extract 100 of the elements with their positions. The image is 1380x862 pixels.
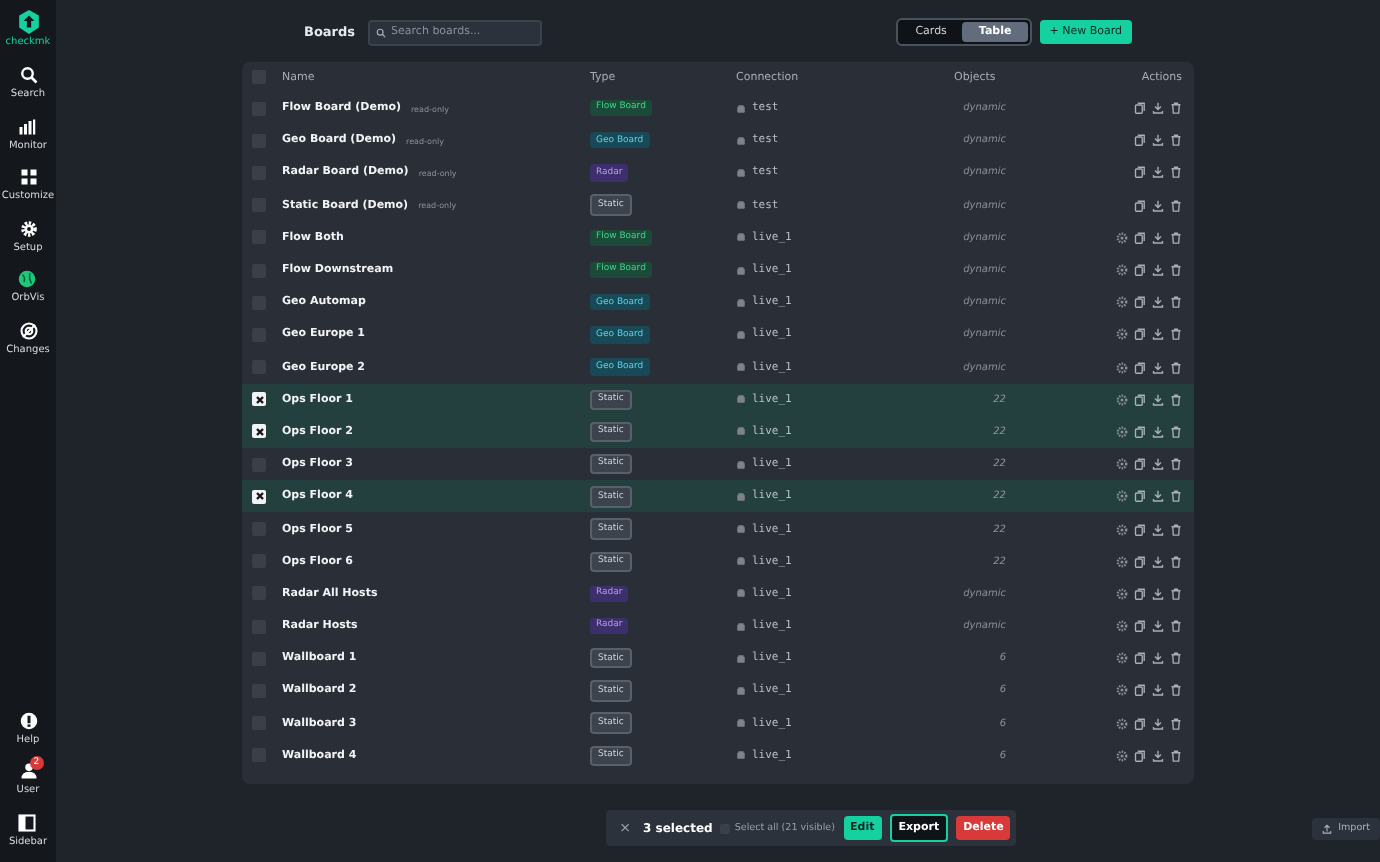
grid-icon	[19, 168, 37, 187]
logo-icon	[17, 10, 39, 34]
search-icon	[375, 27, 386, 37]
download-icon[interactable]	[1152, 717, 1164, 730]
trash-icon[interactable]	[1170, 361, 1182, 374]
download-icon[interactable]	[1152, 296, 1164, 309]
download-icon[interactable]	[1152, 102, 1164, 115]
copy-icon[interactable]	[1134, 199, 1146, 212]
copy-icon[interactable]	[1134, 458, 1146, 471]
copy-icon[interactable]	[1134, 684, 1146, 697]
trash-icon[interactable]	[1170, 684, 1182, 697]
trash-icon[interactable]	[1170, 555, 1182, 568]
download-icon[interactable]	[1152, 425, 1164, 438]
download-icon[interactable]	[1152, 199, 1164, 212]
download-icon[interactable]	[1152, 264, 1164, 277]
copy-icon[interactable]	[1134, 166, 1146, 179]
trash-icon[interactable]	[1170, 620, 1182, 633]
download-icon[interactable]	[1152, 620, 1164, 633]
settings-icon[interactable]	[1116, 587, 1128, 600]
trash-icon[interactable]	[1170, 652, 1182, 665]
download-icon[interactable]	[1152, 555, 1164, 568]
checkbox[interactable]	[252, 489, 266, 504]
copy-icon[interactable]	[1134, 425, 1146, 438]
trash-icon[interactable]	[1170, 587, 1182, 600]
settings-icon[interactable]	[1116, 425, 1128, 438]
trash-icon[interactable]	[1170, 328, 1182, 341]
trash-icon[interactable]	[1170, 102, 1182, 115]
trash-icon[interactable]	[1170, 166, 1182, 179]
database-icon	[736, 426, 746, 437]
settings-icon[interactable]	[1116, 296, 1128, 309]
download-icon[interactable]	[1152, 328, 1164, 341]
copy-icon[interactable]	[1134, 652, 1146, 665]
copy-icon[interactable]	[1134, 587, 1146, 600]
copy-icon[interactable]	[1134, 231, 1146, 244]
download-icon[interactable]	[1152, 166, 1164, 179]
settings-icon[interactable]	[1116, 328, 1128, 341]
download-icon[interactable]	[1152, 393, 1164, 406]
database-icon	[736, 459, 746, 470]
trash-icon[interactable]	[1170, 523, 1182, 536]
settings-icon[interactable]	[1116, 458, 1128, 471]
settings-icon[interactable]	[1116, 231, 1128, 244]
trash-icon[interactable]	[1170, 458, 1182, 471]
search-icon	[19, 66, 37, 85]
copy-icon[interactable]	[1134, 490, 1146, 503]
copy-icon[interactable]	[1134, 264, 1146, 277]
copy-icon[interactable]	[1134, 523, 1146, 536]
trash-icon[interactable]	[1170, 199, 1182, 212]
trash-icon[interactable]	[1170, 231, 1182, 244]
copy-icon[interactable]	[1134, 361, 1146, 374]
download-icon[interactable]	[1152, 231, 1164, 244]
settings-icon[interactable]	[1116, 264, 1128, 277]
copy-icon[interactable]	[1134, 717, 1146, 730]
bar-chart-icon	[18, 117, 37, 136]
globe-icon	[18, 270, 37, 289]
copy-icon[interactable]	[1134, 749, 1146, 762]
settings-icon[interactable]	[1116, 684, 1128, 697]
trash-icon[interactable]	[1170, 490, 1182, 503]
database-icon	[736, 653, 746, 664]
database-icon	[736, 588, 746, 599]
settings-icon[interactable]	[1116, 361, 1128, 374]
settings-icon[interactable]	[1116, 490, 1128, 503]
database-icon	[736, 297, 746, 308]
copy-icon[interactable]	[1134, 102, 1146, 115]
copy-icon[interactable]	[1134, 296, 1146, 309]
download-icon[interactable]	[1152, 523, 1164, 536]
settings-icon[interactable]	[1116, 523, 1128, 536]
database-icon	[736, 685, 746, 696]
download-icon[interactable]	[1152, 587, 1164, 600]
trash-icon[interactable]	[1170, 134, 1182, 147]
download-icon[interactable]	[1152, 458, 1164, 471]
settings-icon[interactable]	[1116, 717, 1128, 730]
copy-icon[interactable]	[1134, 328, 1146, 341]
copy-icon[interactable]	[1134, 555, 1146, 568]
settings-icon[interactable]	[1116, 749, 1128, 762]
download-icon[interactable]	[1152, 652, 1164, 665]
settings-icon[interactable]	[1116, 652, 1128, 665]
database-icon	[736, 491, 746, 502]
database-icon	[736, 394, 746, 405]
database-icon	[736, 200, 746, 211]
settings-icon[interactable]	[1116, 620, 1128, 633]
trash-icon[interactable]	[1170, 425, 1182, 438]
checkbox[interactable]	[252, 392, 266, 407]
download-icon[interactable]	[1152, 749, 1164, 762]
copy-icon[interactable]	[1134, 620, 1146, 633]
settings-icon[interactable]	[1116, 393, 1128, 406]
copy-icon[interactable]	[1134, 393, 1146, 406]
download-icon[interactable]	[1152, 490, 1164, 503]
trash-icon[interactable]	[1170, 393, 1182, 406]
checkbox[interactable]	[252, 424, 266, 439]
copy-icon[interactable]	[1134, 134, 1146, 147]
trash-icon[interactable]	[1170, 264, 1182, 277]
settings-icon[interactable]	[1116, 555, 1128, 568]
download-icon[interactable]	[1152, 134, 1164, 147]
trash-icon[interactable]	[1170, 749, 1182, 762]
database-icon	[736, 135, 746, 146]
changes-icon	[19, 321, 37, 340]
download-icon[interactable]	[1152, 684, 1164, 697]
trash-icon[interactable]	[1170, 296, 1182, 309]
download-icon[interactable]	[1152, 361, 1164, 374]
trash-icon[interactable]	[1170, 717, 1182, 730]
